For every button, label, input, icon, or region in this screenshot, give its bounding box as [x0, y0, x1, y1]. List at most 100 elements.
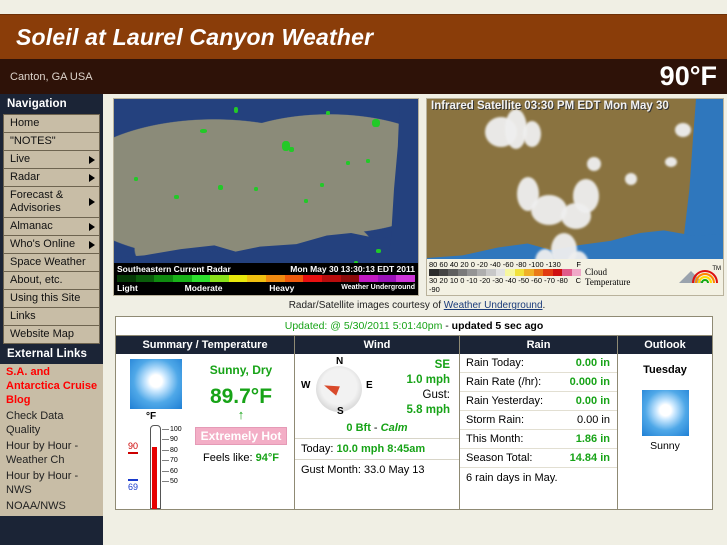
sidebar-item-whos-online[interactable]: Who's Online — [3, 235, 100, 253]
sidebar-item-links[interactable]: Links — [3, 307, 100, 325]
sidebar-item-notes[interactable]: "NOTES" — [3, 132, 100, 150]
rain-value: 14.84 in — [569, 452, 610, 464]
external-link-noaa-nws[interactable]: NOAA/NWS — [0, 498, 103, 514]
scale-c-values: 30 20 10 0 -10 -20 -30 -40 -50 -60 -70 -… — [429, 276, 568, 294]
navigation-heading: Navigation — [0, 94, 103, 114]
satellite-image-box[interactable]: Infrared Satellite 03:30 PM EDT Mon May … — [426, 98, 724, 296]
compass-south-label: S — [337, 406, 344, 417]
external-link-hour-by-hour-nws[interactable]: Hour by Hour - NWS — [0, 468, 103, 498]
weather-columns: Summary / Temperature °F 100 — [116, 336, 712, 509]
radar-echo — [346, 161, 350, 165]
sidebar-item-label: Radar — [10, 171, 40, 183]
satellite-cloud — [587, 157, 601, 171]
radar-echo — [174, 195, 179, 199]
satellite-title: Infrared Satellite 03:30 PM EDT Mon May … — [431, 100, 669, 112]
thermometer-tick: 90 — [162, 435, 182, 445]
rain-column-header: Rain — [460, 336, 617, 354]
sidebar-item-live[interactable]: Live — [3, 150, 100, 168]
radar-caption-bar: Southeastern Current Radar Mon May 30 13… — [114, 263, 418, 295]
sidebar-item-about[interactable]: About, etc. — [3, 271, 100, 289]
summary-left: °F 100 90 80 70 60 50 — [120, 359, 192, 509]
rain-days-note: 6 rain days in May. — [466, 472, 558, 484]
credit-text-before: Radar/Satellite images courtesy of — [288, 300, 444, 311]
scale-celsius-labels: 30 20 10 0 -10 -20 -30 -40 -50 -60 -70 -… — [429, 276, 581, 294]
wind-gust-month-row: Gust Month: 33.0 May 13 — [295, 459, 459, 480]
rain-label: Rain Yesterday: — [466, 395, 544, 407]
radar-echo — [320, 183, 324, 187]
thermometer-low: 69 — [128, 479, 139, 492]
sidebar-item-website-map[interactable]: Website Map — [3, 325, 100, 344]
radar-echo — [218, 185, 223, 190]
sidebar-item-label: Links — [10, 310, 36, 322]
compass-north-label: N — [336, 356, 344, 367]
wind-column-header: Wind — [295, 336, 459, 354]
radar-echo — [372, 119, 380, 127]
beaufort-description: Calm — [380, 422, 408, 434]
table-row: Rain Rate (/hr): 0.000 in — [460, 373, 617, 392]
sidebar-item-space-weather[interactable]: Space Weather — [3, 253, 100, 271]
sidebar-item-label: Live — [10, 153, 31, 165]
sidebar-item-label: Who's Online — [10, 238, 76, 250]
outlook-caption: Sunny — [650, 440, 680, 452]
sidebar-item-using-this-site[interactable]: Using this Site — [3, 289, 100, 307]
compass-east-label: E — [366, 380, 373, 391]
condition-text: Sunny, Dry — [209, 363, 273, 377]
scale-c-unit: C — [575, 276, 581, 285]
radar-echo — [200, 129, 207, 133]
thermometer-tick: 70 — [162, 456, 182, 466]
rain-label: This Month: — [466, 433, 524, 445]
beaufort-value: 0 Bft — [346, 422, 371, 434]
sidebar-item-radar[interactable]: Radar — [3, 168, 100, 186]
external-link-check-data-quality[interactable]: Check Data Quality — [0, 408, 103, 438]
sidebar-item-label: Almanac — [10, 220, 53, 232]
radar-image-box[interactable]: Southeastern Current Radar Mon May 30 13… — [113, 98, 419, 296]
thermometer-mercury — [152, 447, 157, 509]
sidebar-item-forecast-advisories[interactable]: Forecast & Advisories — [3, 186, 100, 217]
summary-right: Sunny, Dry 89.7°F ↑ Extremely Hot Feels … — [192, 359, 290, 509]
body-row: Navigation Home "NOTES" Live Radar Forec — [0, 94, 727, 545]
radar-echo — [254, 187, 258, 191]
rain-value: 0.00 in — [575, 357, 610, 369]
thermometer: °F 100 90 80 70 60 50 — [120, 411, 192, 509]
satellite-cloud — [523, 121, 541, 147]
thermometer-tick: 60 — [162, 467, 182, 477]
compass-west-label: W — [301, 380, 311, 391]
sidebar-item-home[interactable]: Home — [3, 114, 100, 132]
sidebar-item-label: Home — [10, 117, 40, 129]
rain-label: Rain Rate (/hr): — [466, 376, 542, 388]
satellite-image[interactable]: Infrared Satellite 03:30 PM EDT Mon May … — [426, 98, 724, 296]
satellite-cloud — [625, 173, 637, 185]
table-row: Rain Today: 0.00 in — [460, 354, 617, 373]
summary-body: °F 100 90 80 70 60 50 — [116, 354, 294, 509]
radar-echo — [366, 159, 370, 163]
radar-echo — [134, 177, 138, 181]
rain-column: Rain Rain Today: 0.00 in Rain Rate (/hr)… — [460, 336, 618, 509]
chevron-right-icon — [89, 240, 95, 249]
site-title: Soleil at Laurel Canyon Weather — [16, 23, 374, 50]
external-link-cruise-blog[interactable]: S.A. and Antarctica Cruise Blog — [0, 364, 103, 408]
wind-compass: N S W E — [300, 356, 378, 420]
thermometer-unit: °F — [146, 411, 157, 422]
radar-title: Southeastern Current Radar — [117, 264, 231, 274]
sidebar-item-label: Forecast & Advisories — [10, 189, 64, 214]
wind-gust-month-label: Gust Month: — [301, 464, 361, 476]
weather-data-panel: Updated: @ 5/30/2011 5:01:40pm - updated… — [115, 316, 713, 510]
sunny-icon — [641, 390, 689, 436]
rain-value: 0.00 in — [575, 395, 610, 407]
external-link-hour-by-hour-weather-ch[interactable]: Hour by Hour - Weather Ch — [0, 438, 103, 468]
satellite-cloud — [665, 157, 677, 167]
rain-label: Season Total: — [466, 452, 533, 464]
main-content: Southeastern Current Radar Mon May 30 13… — [103, 94, 727, 510]
wind-gust-month-value: 33.0 May 13 — [363, 464, 425, 476]
radar-image[interactable]: Southeastern Current Radar Mon May 30 13… — [113, 98, 419, 296]
page-root: Soleil at Laurel Canyon Weather Canton, … — [0, 0, 727, 545]
weather-underground-link[interactable]: Weather Underground — [444, 300, 543, 311]
beaufort-separator: - — [370, 422, 381, 434]
outlook-column: Outlook Tuesday Sunny — [618, 336, 712, 509]
location-bar: Canton, GA USA 90°F — [0, 59, 727, 94]
sidebar-item-almanac[interactable]: Almanac — [3, 217, 100, 235]
radar-legend-moderate: Moderate — [184, 283, 223, 293]
beaufort-row: 0 Bft - Calm — [295, 420, 459, 438]
thermometer-tick: 80 — [162, 446, 182, 456]
sidebar: Navigation Home "NOTES" Live Radar Forec — [0, 94, 103, 545]
